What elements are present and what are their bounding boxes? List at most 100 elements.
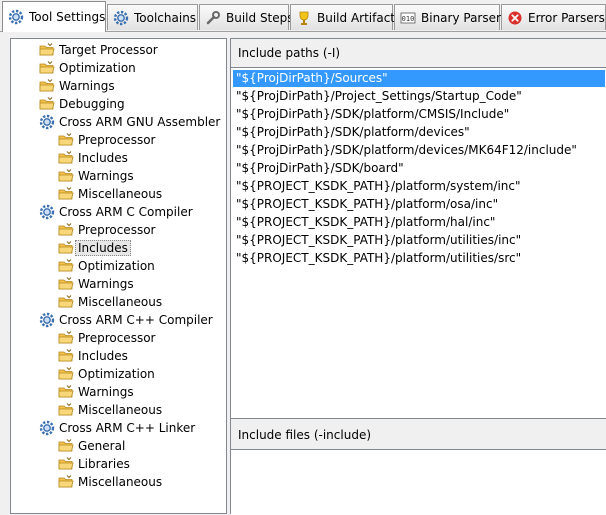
tree-item-label: Miscellaneous — [78, 295, 163, 309]
folder-settings-icon — [58, 439, 74, 452]
tab-bar: Tool Settings Toolchains Build Steps Bui… — [0, 0, 606, 32]
tab-error-parsers[interactable]: Error Parsers — [501, 4, 606, 30]
tree-item-label: Cross ARM C++ Linker — [59, 421, 196, 435]
folder-settings-icon — [58, 295, 74, 308]
tab-binary-parsers[interactable]: 010 Binary Parsers — [394, 4, 507, 30]
tool-settings-tree[interactable]: Target Processor Optimization Warnings Debu… — [10, 38, 227, 514]
tab-tool-settings[interactable]: Tool Settings — [2, 1, 106, 32]
tab-label: Toolchains — [134, 10, 197, 25]
tree-item[interactable]: Warnings — [58, 167, 134, 185]
include-path-row[interactable]: "${PROJECT_KSDK_PATH}/platform/utilities… — [233, 250, 605, 267]
tree-item-label: Cross ARM C++ Compiler — [59, 313, 213, 327]
tree-item-label: Cross ARM C Compiler — [59, 205, 193, 219]
tree-item-label: Miscellaneous — [78, 403, 163, 417]
include-path-row[interactable]: "${PROJECT_KSDK_PATH}/platform/hal/inc" — [233, 214, 605, 231]
include-path-row[interactable]: "${ProjDirPath}/Sources" — [233, 70, 605, 87]
folder-settings-icon — [58, 385, 74, 398]
tree-item[interactable]: General — [58, 437, 125, 455]
folder-settings-icon — [58, 133, 74, 146]
include-path-row[interactable]: "${ProjDirPath}/SDK/platform/CMSIS/Inclu… — [233, 106, 605, 123]
tree-item[interactable]: Miscellaneous — [58, 401, 162, 419]
include-files-title: Include files (-include) — [238, 428, 372, 442]
gear-icon — [39, 204, 55, 220]
tree-item-label: Includes — [78, 349, 128, 363]
folder-settings-icon — [58, 223, 74, 236]
tree-item[interactable]: Includes — [58, 239, 131, 257]
tree-item[interactable]: Preprocessor — [58, 131, 155, 149]
gear-icon — [39, 312, 55, 328]
include-files-list[interactable] — [231, 449, 606, 515]
tree-item-label: Includes — [78, 151, 128, 165]
tree-item[interactable]: Cross ARM GNU Assembler — [39, 113, 220, 131]
tree-item[interactable]: Preprocessor — [58, 221, 155, 239]
gear-icon — [8, 9, 24, 25]
tree-item[interactable]: Cross ARM C++ Linker — [39, 419, 195, 437]
trophy-icon — [299, 11, 309, 25]
tree-item-label: Warnings — [78, 169, 134, 183]
tree-item[interactable]: Miscellaneous — [58, 185, 162, 203]
tree-item-label: Cross ARM GNU Assembler — [59, 115, 221, 129]
folder-settings-icon — [58, 349, 74, 362]
tree-item-label: Preprocessor — [78, 133, 156, 147]
tree-item[interactable]: Cross ARM C++ Compiler — [39, 311, 213, 329]
folder-settings-icon — [58, 475, 74, 488]
folder-settings-icon — [39, 97, 55, 110]
tree-item[interactable]: Debugging — [39, 95, 125, 113]
tree-item[interactable]: Includes — [58, 347, 128, 365]
tree-item[interactable]: Warnings — [58, 275, 134, 293]
folder-settings-icon — [58, 277, 74, 290]
include-path-row[interactable]: "${ProjDirPath}/Project_Settings/Startup… — [233, 88, 605, 105]
tree-item-label: Debugging — [59, 97, 125, 111]
tree-item[interactable]: Libraries — [58, 455, 130, 473]
tab-build-artifact[interactable]: Build Artifact — [290, 4, 395, 30]
tree-item[interactable]: Optimization — [58, 257, 155, 275]
tab-build-steps[interactable]: Build Steps — [199, 4, 294, 30]
tree-item[interactable]: Warnings — [39, 77, 115, 95]
tree-item-label: Miscellaneous — [78, 187, 163, 201]
tree-item-label: General — [78, 439, 126, 453]
tree-item[interactable]: Target Processor — [39, 41, 158, 59]
include-path-row[interactable]: "${PROJECT_KSDK_PATH}/platform/osa/inc" — [233, 196, 605, 213]
folder-settings-icon — [39, 79, 55, 92]
tree-item[interactable]: Includes — [58, 149, 128, 167]
svg-text:010: 010 — [402, 15, 415, 23]
folder-settings-icon — [58, 403, 74, 416]
folder-settings-icon — [58, 331, 74, 344]
tree-item[interactable]: Optimization — [39, 59, 136, 77]
tree-item-label: Includes — [75, 240, 131, 256]
tree-item[interactable]: Warnings — [58, 383, 134, 401]
error-icon — [508, 11, 522, 24]
include-path-row[interactable]: "${PROJECT_KSDK_PATH}/platform/utilities… — [233, 232, 605, 249]
tree-item-label: Warnings — [59, 79, 115, 93]
tree-item[interactable]: Preprocessor — [58, 329, 155, 347]
include-path-row[interactable]: "${ProjDirPath}/SDK/board" — [233, 160, 605, 177]
tree-item-label: Libraries — [78, 457, 130, 471]
tree-item[interactable]: Miscellaneous — [58, 293, 162, 311]
folder-settings-icon — [58, 259, 74, 272]
include-paths-title: Include paths (-I) — [238, 46, 341, 60]
tree-item[interactable]: Optimization — [58, 365, 155, 383]
include-paths-list[interactable]: "${ProjDirPath}/Sources" "${ProjDirPath}/… — [231, 67, 606, 419]
binary-icon: 010 — [400, 12, 416, 23]
folder-settings-icon — [58, 457, 74, 470]
include-path-row[interactable]: "${ProjDirPath}/SDK/platform/devices" — [233, 124, 605, 141]
tree-item[interactable]: Cross ARM C Compiler — [39, 203, 193, 221]
wrench-icon — [206, 10, 220, 24]
folder-settings-icon — [39, 61, 55, 74]
gear-icon — [113, 10, 129, 25]
tab-label: Build Artifact — [317, 10, 395, 25]
gear-icon — [39, 420, 55, 436]
include-files-header: Include files (-include) — [231, 421, 606, 449]
tab-label: Error Parsers — [528, 10, 605, 25]
folder-settings-icon — [58, 169, 74, 182]
tab-toolchains[interactable]: Toolchains — [107, 4, 198, 30]
include-path-row[interactable]: "${PROJECT_KSDK_PATH}/platform/system/in… — [233, 178, 605, 195]
include-path-row[interactable]: "${ProjDirPath}/SDK/platform/devices/MK6… — [233, 142, 605, 159]
folder-settings-icon — [58, 187, 74, 200]
tree-item[interactable]: Miscellaneous — [58, 473, 162, 491]
folder-settings-icon — [58, 241, 74, 254]
include-paths-header: Include paths (-I) — [231, 39, 606, 67]
gear-icon — [39, 114, 55, 130]
tree-item-label: Preprocessor — [78, 331, 156, 345]
tab-label: Tool Settings — [29, 10, 106, 24]
